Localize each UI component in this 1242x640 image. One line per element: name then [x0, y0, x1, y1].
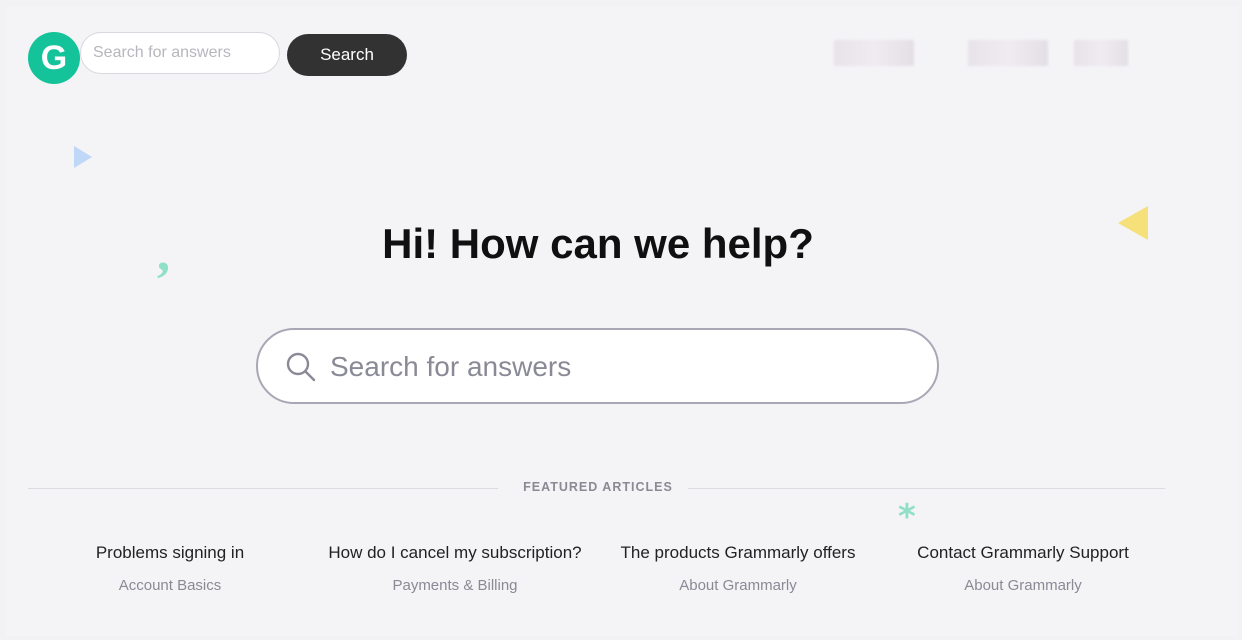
article-title-link[interactable]: The products Grammarly offers	[608, 543, 868, 563]
nav-link-blurred-2[interactable]	[968, 40, 1048, 66]
hero-search-input[interactable]	[328, 340, 912, 394]
asterisk-decoration-icon: *	[898, 497, 916, 537]
nav-link-blurred-1[interactable]	[834, 40, 914, 66]
nav-link-blurred-3[interactable]	[1074, 40, 1128, 66]
page-title: Hi! How can we help?	[382, 220, 814, 267]
article-title-link[interactable]: How do I cancel my subscription?	[314, 543, 596, 563]
article-title-link[interactable]: Contact Grammarly Support	[900, 543, 1146, 563]
featured-article: Contact Grammarly Support About Grammarl…	[900, 543, 1146, 594]
logo-letter: G	[40, 38, 68, 77]
triangle-decoration-icon	[74, 146, 92, 168]
search-icon	[286, 352, 316, 382]
article-category-link[interactable]: Payments & Billing	[314, 577, 596, 594]
featured-articles-label: FEATURED ARTICLES	[509, 480, 687, 494]
hero-search-box[interactable]	[256, 328, 939, 404]
featured-article: Problems signing in Account Basics	[70, 543, 270, 594]
article-title-link[interactable]: Problems signing in	[70, 543, 270, 563]
article-category-link[interactable]: Account Basics	[70, 577, 270, 594]
featured-article: The products Grammarly offers About Gram…	[608, 543, 868, 594]
header-search-button[interactable]: Search	[287, 34, 407, 76]
featured-articles-heading: FEATURED ARTICLES	[0, 480, 1196, 494]
page-frame	[6, 6, 1238, 636]
featured-article: How do I cancel my subscription? Payment…	[314, 543, 596, 594]
article-category-link[interactable]: About Grammarly	[608, 577, 868, 594]
article-category-link[interactable]: About Grammarly	[900, 577, 1146, 594]
grammarly-logo[interactable]: G	[28, 32, 80, 84]
header-search-input[interactable]	[80, 32, 280, 74]
